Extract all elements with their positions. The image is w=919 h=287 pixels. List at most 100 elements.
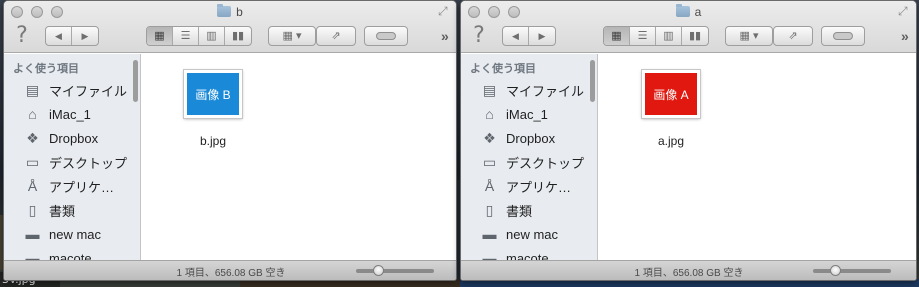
documents-stack-icon: ▤ xyxy=(25,81,40,98)
sidebar-item[interactable]: Å アプリケ… xyxy=(4,174,140,198)
sidebar-item[interactable]: ❖ Dropbox xyxy=(4,126,140,150)
status-text: 1 項目、656.08 GB 空き xyxy=(634,268,744,279)
icon-size-slider[interactable] xyxy=(356,265,434,276)
sidebar-item-label: デスクトップ xyxy=(49,155,128,171)
help-icon[interactable]: ? xyxy=(14,25,30,47)
applications-icon: Å xyxy=(27,178,38,194)
view-mode-control: ▦ ☰ ▥ ▮▮ xyxy=(603,25,709,47)
file-item-a-jpg[interactable]: 画像 A a.jpg xyxy=(631,70,711,148)
arrange-control: ▦ ▾ xyxy=(268,25,316,47)
column-view-button[interactable]: ▥ xyxy=(656,27,682,45)
forward-button[interactable]: ▶ xyxy=(72,27,98,45)
sidebar-item[interactable]: ▤ マイファイル xyxy=(461,78,597,102)
applications-icon: Å xyxy=(484,178,495,194)
file-name[interactable]: a.jpg xyxy=(631,134,711,148)
home-icon: ⌂ xyxy=(28,106,37,122)
coverflow-view-button[interactable]: ▮▮ xyxy=(225,27,251,45)
icon-size-slider[interactable] xyxy=(813,265,891,276)
coverflow-view-button[interactable]: ▮▮ xyxy=(682,27,708,45)
icon-view-button[interactable]: ▦ xyxy=(147,27,173,45)
toolbar-overflow-icon[interactable]: » xyxy=(901,25,909,47)
share-button[interactable]: ⇗ xyxy=(774,27,812,45)
help-icon[interactable]: ? xyxy=(471,25,487,47)
sidebar-item[interactable]: ▬ new mac xyxy=(461,222,597,246)
sidebar-item-label: マイファイル xyxy=(506,83,585,99)
arrange-button[interactable]: ▦ ▾ xyxy=(269,27,315,45)
sidebar-item-label: 書類 xyxy=(49,203,76,219)
folder-icon: ▬ xyxy=(25,250,40,260)
image-thumbnail[interactable]: 画像 A xyxy=(642,70,700,118)
sidebar-item-label: iMac_1 xyxy=(506,106,548,122)
sidebar-item[interactable]: ⌂ iMac_1 xyxy=(461,102,597,126)
folder-icon: ▬ xyxy=(25,226,40,242)
list-view-button[interactable]: ☰ xyxy=(173,27,199,45)
tag-control xyxy=(364,25,408,47)
forward-button[interactable]: ▶ xyxy=(529,27,555,45)
sidebar-list: ▤ マイファイル ⌂ iMac_1 ❖ Dropbox ▭ デスクトップ Å アプリケ… ▯ 書類 ▬ n… xyxy=(461,78,597,261)
toolbar: ? ◀ ▶ ▦ ☰ ▥ ▮▮ ▦ ▾ ⇗ » xyxy=(461,25,916,47)
sidebar-item[interactable]: ▬ macote xyxy=(461,246,597,260)
arrange-control: ▦ ▾ xyxy=(725,25,773,47)
finder-window-b: b ⤢ ? ◀ ▶ ▦ ☰ ▥ ▮▮ ▦ ▾ ⇗ » よく使う項目 ▤ マイファ… xyxy=(3,0,457,281)
share-control: ⇗ xyxy=(773,25,813,47)
window-title: b xyxy=(4,4,456,20)
tag-pill-icon xyxy=(833,32,853,40)
desktop-icon: ▭ xyxy=(25,153,40,170)
back-button[interactable]: ◀ xyxy=(46,27,72,45)
sidebar-item-label: マイファイル xyxy=(49,83,128,99)
sidebar: よく使う項目 ▤ マイファイル ⌂ iMac_1 ❖ Dropbox ▭ デスクトップ Å アプリ… xyxy=(4,54,141,260)
view-mode-control: ▦ ☰ ▥ ▮▮ xyxy=(146,25,252,47)
sidebar-item[interactable]: ▬ macote xyxy=(4,246,140,260)
window-title-text: b xyxy=(236,5,243,19)
sidebar-item[interactable]: Å アプリケ… xyxy=(461,174,597,198)
sidebar-item-label: new mac xyxy=(506,226,559,242)
tag-button[interactable] xyxy=(365,27,407,45)
file-browser-content[interactable]: 画像 A a.jpg xyxy=(599,54,916,260)
sidebar-item-label: iMac_1 xyxy=(49,106,91,122)
dropbox-icon: ❖ xyxy=(483,129,496,146)
fullscreen-icon[interactable]: ⤢ xyxy=(438,5,450,17)
sidebar-item[interactable]: ▤ マイファイル xyxy=(4,78,140,102)
sidebar: よく使う項目 ▤ マイファイル ⌂ iMac_1 ❖ Dropbox ▭ デスクトップ Å アプリ… xyxy=(461,54,598,260)
titlebar[interactable]: b ⤢ ? ◀ ▶ ▦ ☰ ▥ ▮▮ ▦ ▾ ⇗ » xyxy=(4,1,456,53)
titlebar[interactable]: a ⤢ ? ◀ ▶ ▦ ☰ ▥ ▮▮ ▦ ▾ ⇗ » xyxy=(461,1,916,53)
file-browser-content[interactable]: 画像 B b.jpg xyxy=(142,54,456,260)
sidebar-item[interactable]: ▭ デスクトップ xyxy=(461,150,597,174)
back-forward-control: ◀ ▶ xyxy=(502,25,556,47)
back-forward-control: ◀ ▶ xyxy=(45,25,99,47)
toolbar: ? ◀ ▶ ▦ ☰ ▥ ▮▮ ▦ ▾ ⇗ » xyxy=(4,25,456,47)
status-text: 1 項目、656.08 GB 空き xyxy=(176,268,286,279)
folder-icon xyxy=(675,4,690,17)
tag-button[interactable] xyxy=(822,27,864,45)
file-item-b-jpg[interactable]: 画像 B b.jpg xyxy=(173,70,253,148)
fullscreen-icon[interactable]: ⤢ xyxy=(898,5,910,17)
sidebar-heading: よく使う項目 xyxy=(13,63,79,75)
icon-view-button[interactable]: ▦ xyxy=(604,27,630,45)
back-button[interactable]: ◀ xyxy=(503,27,529,45)
slider-knob[interactable] xyxy=(830,265,841,276)
column-view-button[interactable]: ▥ xyxy=(199,27,225,45)
finder-window-a: a ⤢ ? ◀ ▶ ▦ ☰ ▥ ▮▮ ▦ ▾ ⇗ » よく使う項目 ▤ マイファ… xyxy=(460,0,917,281)
sidebar-item[interactable]: ⌂ iMac_1 xyxy=(4,102,140,126)
toolbar-overflow-icon[interactable]: » xyxy=(441,25,449,47)
desktop-icon: ▭ xyxy=(482,153,497,170)
sidebar-item[interactable]: ▬ new mac xyxy=(4,222,140,246)
sidebar-item[interactable]: ❖ Dropbox xyxy=(461,126,597,150)
document-icon: ▯ xyxy=(485,201,494,218)
image-thumbnail[interactable]: 画像 B xyxy=(184,70,242,118)
sidebar-item-label: アプリケ… xyxy=(49,179,115,195)
status-bar: 1 項目、656.08 GB 空き xyxy=(461,260,916,280)
sidebar-item[interactable]: ▯ 書類 xyxy=(461,198,597,222)
sidebar-item[interactable]: ▭ デスクトップ xyxy=(4,150,140,174)
sidebar-item-label: 書類 xyxy=(506,203,533,219)
slider-knob[interactable] xyxy=(373,265,384,276)
list-view-button[interactable]: ☰ xyxy=(630,27,656,45)
sidebar-item-label: new mac xyxy=(49,226,102,242)
file-name[interactable]: b.jpg xyxy=(173,134,253,148)
sidebar-item-label: アプリケ… xyxy=(506,179,572,195)
arrange-button[interactable]: ▦ ▾ xyxy=(726,27,772,45)
sidebar-item[interactable]: ▯ 書類 xyxy=(4,198,140,222)
share-button[interactable]: ⇗ xyxy=(317,27,355,45)
folder-icon: ▬ xyxy=(482,250,497,260)
sidebar-item-label: Dropbox xyxy=(49,130,99,146)
